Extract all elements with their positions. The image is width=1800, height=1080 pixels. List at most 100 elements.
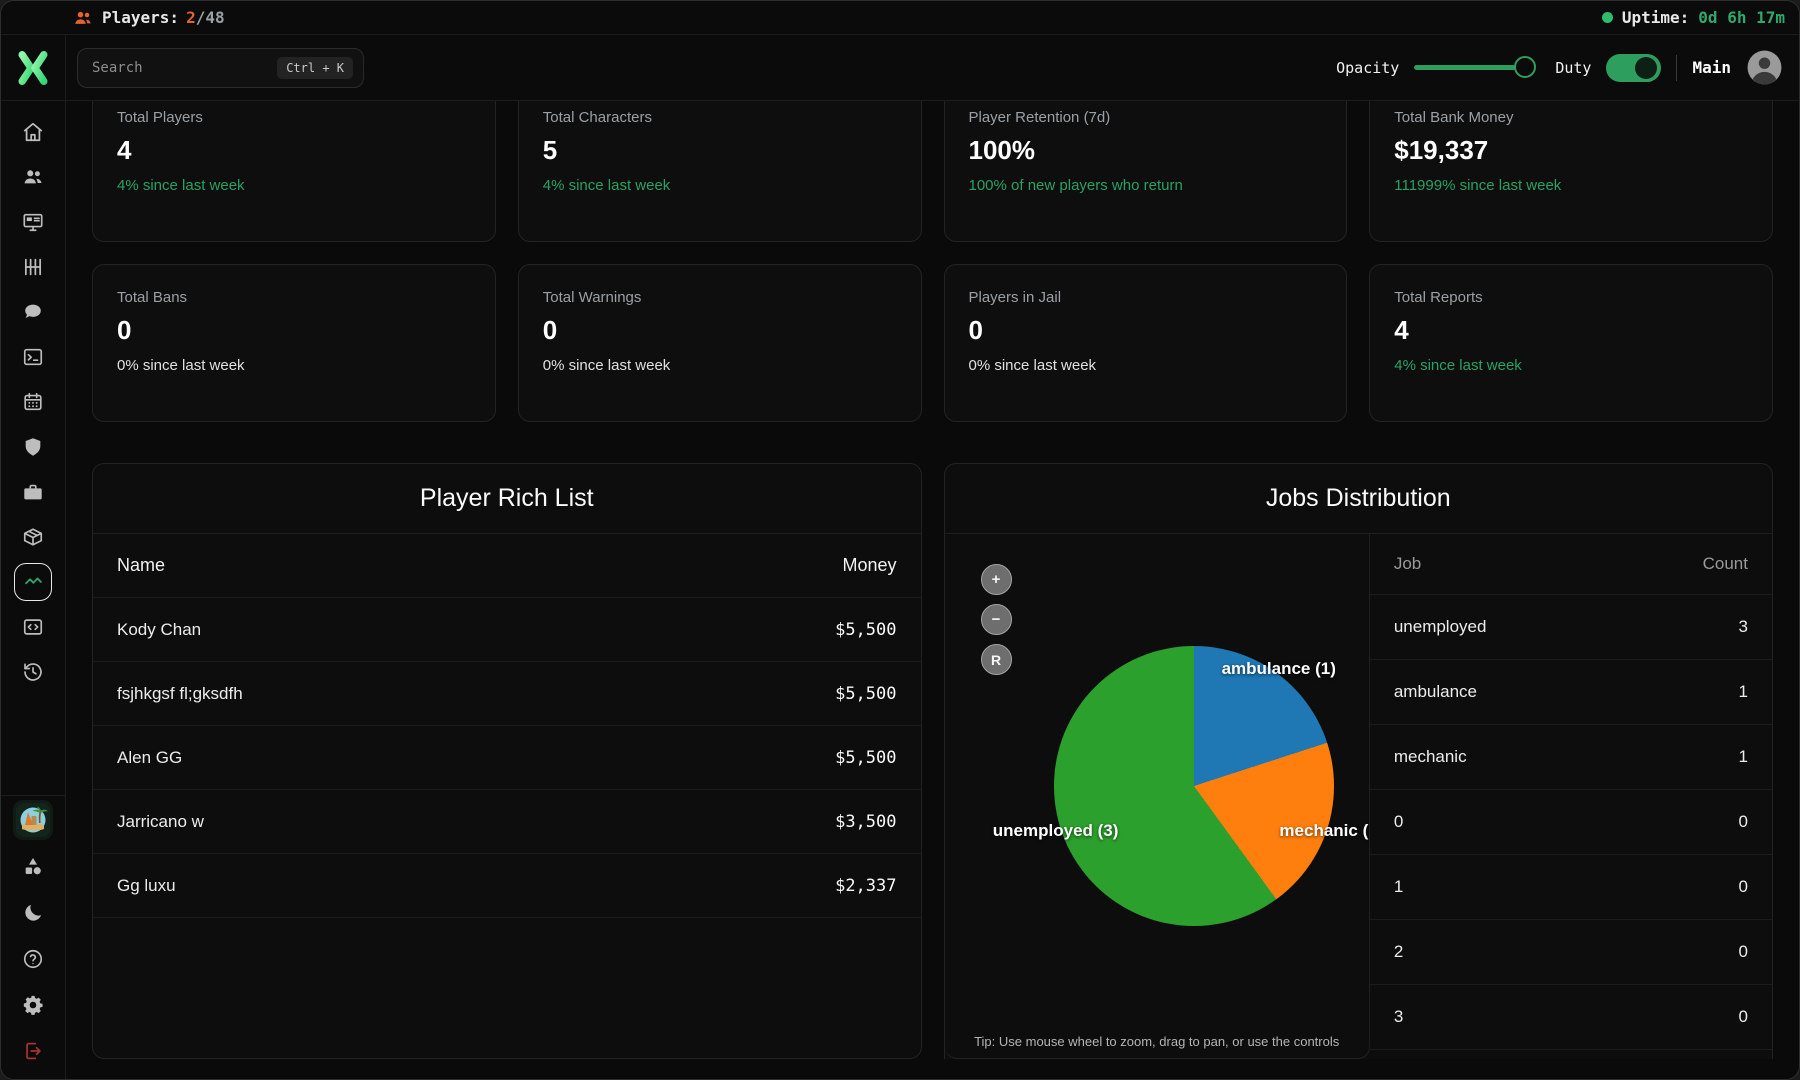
- sidebar-item-dark-mode[interactable]: [11, 890, 56, 936]
- job-count: 1: [1739, 747, 1748, 767]
- jobs-distribution-panel: Jobs Distribution + − R Tip: Use mouse w…: [944, 463, 1774, 1059]
- jail-bars-icon: [22, 256, 44, 278]
- stat-label: Player Retention (7d): [969, 109, 1323, 126]
- sidebar-bottom-group: [1, 795, 65, 1080]
- stat-label: Total Characters: [543, 109, 897, 126]
- sidebar-item-players[interactable]: [11, 154, 56, 199]
- stat-card-total-bans: Total Bans 0 0% since last week: [92, 264, 496, 422]
- app-logo[interactable]: [1, 35, 66, 100]
- toolbar: Search Ctrl + K Opacity Duty Main: [1, 35, 1799, 101]
- sidebar-item-logout[interactable]: [11, 1028, 56, 1074]
- code-window-icon: [22, 616, 44, 638]
- jobs-table-row[interactable]: 1 0: [1370, 855, 1772, 920]
- job-name: 0: [1394, 812, 1403, 832]
- briefcase-icon: [22, 481, 44, 503]
- players-icon: [73, 8, 93, 28]
- sidebar-item-dev[interactable]: [11, 604, 56, 649]
- stat-value: 0: [543, 315, 897, 346]
- opacity-slider[interactable]: [1414, 65, 1532, 70]
- jobs-table-row[interactable]: 0 0: [1370, 790, 1772, 855]
- desktop-icon: [22, 211, 44, 233]
- duty-toggle[interactable]: [1606, 54, 1661, 82]
- player-money: $2,337: [835, 876, 896, 896]
- rich-list-row[interactable]: Alen GG $5,500: [93, 726, 921, 790]
- sidebar-item-moderation[interactable]: [11, 424, 56, 469]
- job-name: ambulance: [1394, 682, 1477, 702]
- jobs-table: Job Count unemployed 3 ambulance 1: [1370, 534, 1772, 1050]
- player-money: $5,500: [835, 620, 896, 640]
- player-name: Alen GG: [117, 748, 182, 768]
- jobs-table-row[interactable]: 2 0: [1370, 920, 1772, 985]
- player-rich-list-panel: Player Rich List Name Money Kody Chan $5…: [92, 463, 922, 1059]
- sidebar-item-analytics[interactable]: [14, 563, 52, 601]
- sidebar-item-settings[interactable]: [11, 982, 56, 1028]
- jobs-table-header: Job Count: [1370, 534, 1772, 595]
- stat-label: Total Bans: [117, 289, 471, 306]
- job-name: mechanic: [1394, 747, 1467, 767]
- rich-list-row[interactable]: Gg luxu $2,337: [93, 854, 921, 918]
- rich-list-header: Name Money: [93, 534, 921, 598]
- sidebar-item-console[interactable]: [11, 334, 56, 379]
- col-job: Job: [1394, 554, 1421, 574]
- sidebar-item-monitor[interactable]: [11, 199, 56, 244]
- sidebar-item-home[interactable]: [11, 109, 56, 154]
- jobs-pie-chart-area[interactable]: + − R Tip: Use mouse wheel to zoom, drag…: [945, 534, 1370, 1059]
- calendar-icon: [22, 391, 44, 413]
- shapes-icon: [22, 856, 44, 878]
- job-name: unemployed: [1394, 617, 1487, 637]
- user-avatar-icon[interactable]: [1746, 49, 1783, 86]
- opacity-slider-thumb[interactable]: [1514, 56, 1536, 78]
- sidebar-item-shapes[interactable]: [11, 844, 56, 890]
- col-name: Name: [117, 555, 165, 576]
- stat-value: $19,337: [1394, 135, 1748, 166]
- job-name: 3: [1394, 1007, 1403, 1027]
- search-shortcut-badge: Ctrl + K: [277, 57, 353, 79]
- stat-subtext: 4% since last week: [117, 177, 471, 194]
- logout-icon: [22, 1040, 44, 1062]
- stat-card-total-players: Total Players 4 4% since last week: [92, 101, 496, 242]
- stat-card-player-retention: Player Retention (7d) 100% 100% of new p…: [944, 101, 1348, 242]
- rich-list-row[interactable]: Jarricano w $3,500: [93, 790, 921, 854]
- duty-label: Duty: [1555, 59, 1591, 77]
- player-name: fsjhkgsf fl;gksdfh: [117, 684, 243, 704]
- panels-row: Player Rich List Name Money Kody Chan $5…: [92, 463, 1773, 1059]
- sidebar-item-jail[interactable]: [11, 244, 56, 289]
- stat-row-1: Total Players 4 4% since last week Total…: [92, 101, 1773, 242]
- sidebar-item-calendar[interactable]: [11, 379, 56, 424]
- pie-slice-label: ambulance (1): [1222, 659, 1336, 679]
- stat-value: 100%: [969, 135, 1323, 166]
- sidebar-item-inventory[interactable]: [11, 514, 56, 559]
- rich-list-row[interactable]: fsjhkgsf fl;gksdfh $5,500: [93, 662, 921, 726]
- jobs-pie-chart[interactable]: [1054, 646, 1334, 926]
- stat-card-total-characters: Total Characters 5 4% since last week: [518, 101, 922, 242]
- job-count: 0: [1739, 877, 1748, 897]
- jobs-table-row[interactable]: 3 0: [1370, 985, 1772, 1050]
- profile-name: Main: [1692, 58, 1731, 77]
- stat-value: 4: [117, 135, 471, 166]
- jobs-table-row[interactable]: unemployed 3: [1370, 595, 1772, 660]
- online-status-dot: [1602, 12, 1613, 23]
- jobs-table-row[interactable]: ambulance 1: [1370, 660, 1772, 725]
- sidebar-item-history[interactable]: [11, 649, 56, 694]
- search-input[interactable]: Search Ctrl + K: [77, 48, 364, 88]
- sidebar-nav: [1, 101, 66, 1080]
- package-icon: [22, 526, 44, 548]
- sidebar-item-jobs[interactable]: [11, 469, 56, 514]
- status-bar: Players: 2/48 Uptime: 0d 6h 17m: [1, 1, 1799, 35]
- server-avatar[interactable]: [13, 800, 53, 840]
- zoom-out-button[interactable]: −: [981, 604, 1012, 635]
- stat-card-total-warnings: Total Warnings 0 0% since last week: [518, 264, 922, 422]
- stat-value: 0: [117, 315, 471, 346]
- zoom-in-button[interactable]: +: [981, 564, 1012, 595]
- uptime: Uptime: 0d 6h 17m: [1602, 8, 1785, 27]
- sidebar-item-chat[interactable]: [11, 289, 56, 334]
- stat-label: Players in Jail: [969, 289, 1323, 306]
- stat-value: 0: [969, 315, 1323, 346]
- player-money: $5,500: [835, 684, 896, 704]
- zoom-reset-button[interactable]: R: [981, 644, 1012, 675]
- rich-list-row[interactable]: Kody Chan $5,500: [93, 598, 921, 662]
- sidebar-item-help[interactable]: [11, 936, 56, 982]
- jobs-table-row[interactable]: mechanic 1: [1370, 725, 1772, 790]
- stat-label: Total Bank Money: [1394, 109, 1748, 126]
- pie-slice-label: unemployed (3): [993, 821, 1119, 841]
